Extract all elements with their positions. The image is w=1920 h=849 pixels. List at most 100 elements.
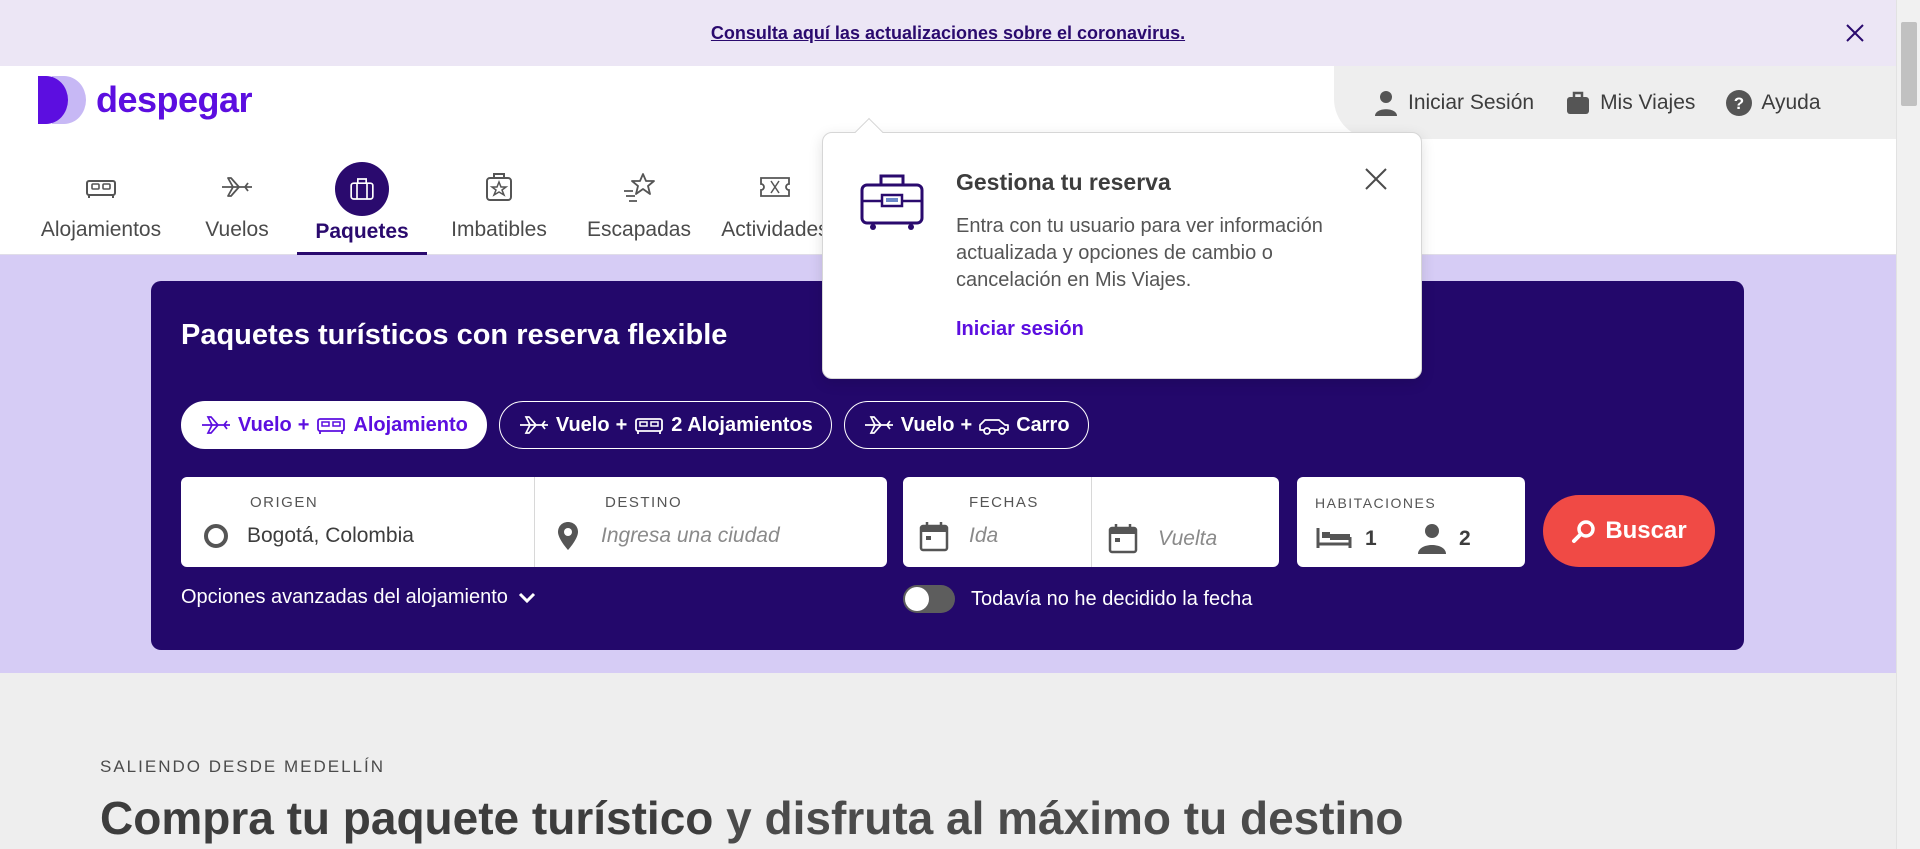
help-label: Ayuda: [1761, 90, 1821, 114]
return-date-field[interactable]: Vuelta: [1091, 477, 1279, 567]
headline-rest: y disfruta al máximo tu destino: [713, 792, 1404, 844]
scrollbar-thumb[interactable]: [1901, 22, 1917, 106]
help-icon: ?: [1726, 89, 1753, 116]
star-badge-icon: [486, 173, 512, 201]
suitcase-icon: [350, 178, 374, 200]
close-banner-icon[interactable]: [1842, 20, 1868, 46]
my-trips-label: Mis Viajes: [1600, 90, 1696, 114]
location-pin-icon: [558, 522, 578, 550]
page-scrollbar[interactable]: [1896, 0, 1920, 849]
option-vuelo-alojamiento[interactable]: Vuelo + Alojamiento: [181, 401, 487, 449]
person-icon: [1418, 524, 1446, 554]
search-button[interactable]: Buscar: [1543, 495, 1715, 567]
popover-login-link[interactable]: Iniciar sesión: [956, 318, 1084, 341]
car-icon: [979, 419, 1010, 435]
svg-text:?: ?: [1734, 94, 1744, 113]
origin-field[interactable]: ORIGEN Bogotá, Colombia: [181, 477, 534, 567]
section-headline: Compra tu paquete turístico y disfruta a…: [100, 791, 1404, 845]
departure-placeholder: Ida: [969, 524, 999, 547]
advanced-options-toggle[interactable]: Opciones avanzadas del alojamiento: [181, 586, 536, 609]
tab-label: Alojamientos: [40, 218, 162, 241]
my-trips-link[interactable]: Mis Viajes: [1564, 89, 1695, 117]
bed-icon: [635, 418, 664, 434]
logo[interactable]: despegar: [38, 76, 253, 124]
people-count: 2: [1459, 527, 1471, 550]
login-link[interactable]: Iniciar Sesión: [1372, 89, 1534, 117]
logo-mark-icon: [38, 76, 86, 124]
ticket-icon: [760, 177, 790, 197]
package-type-options: Vuelo + Alojamiento Vuelo + 2 Alojamient…: [181, 401, 1089, 449]
bed-icon: [1316, 528, 1352, 548]
option-vuelo-carro[interactable]: Vuelo + Carro: [843, 401, 1089, 449]
tab-escapadas[interactable]: Escapadas: [577, 158, 701, 255]
tab-label: Actividades: [721, 218, 829, 241]
popover-title: Gestiona tu reserva: [956, 169, 1171, 195]
help-link[interactable]: ? Ayuda: [1725, 89, 1821, 117]
origin-value: Bogotá, Colombia: [247, 524, 414, 547]
user-icon: [1375, 90, 1397, 116]
rooms-label: HABITACIONES: [1315, 495, 1437, 511]
return-placeholder: Vuelta: [1158, 527, 1218, 550]
rooms-inner: HABITACIONES 1 2: [1297, 477, 1525, 567]
bed-icon: [86, 180, 116, 198]
pill-part: Carro: [1016, 413, 1070, 436]
origin-label: ORIGEN: [250, 494, 319, 511]
pill-part: Vuelo: [238, 413, 292, 436]
option-vuelo-2-alojamientos[interactable]: Vuelo + 2 Alojamientos: [498, 401, 832, 449]
tab-label: Escapadas: [587, 218, 691, 241]
undecided-date-label: Todavía no he decidido la fecha: [971, 587, 1253, 610]
tab-paquetes[interactable]: Paquetes: [297, 158, 427, 255]
undecided-date-switch[interactable]: [903, 585, 955, 613]
destination-placeholder: Ingresa una ciudad: [601, 524, 780, 547]
manage-booking-popover: Gestiona tu reserva Entra con tu usuario…: [822, 117, 1422, 379]
covid-updates-link[interactable]: Consulta aquí las actualizaciones sobre …: [711, 23, 1185, 44]
product-tabs: Alojamientos Vuelos Paquetes Imbatibles: [0, 158, 835, 255]
pill-part: Vuelo: [900, 413, 955, 436]
pill-part: Alojamiento: [353, 413, 468, 436]
rooms-field[interactable]: HABITACIONES 1 2: [1297, 477, 1525, 567]
dates-label: FECHAS: [969, 494, 1039, 511]
popover-body: Entra con tu usuario para ver informació…: [956, 215, 1323, 291]
plane-icon: [222, 177, 252, 197]
suitcase-icon: [1567, 91, 1590, 114]
search-title: Paquetes turísticos con reserva flexible: [181, 319, 728, 351]
tab-alojamientos[interactable]: Alojamientos: [0, 158, 202, 255]
advanced-options-label: Opciones avanzadas del alojamiento: [181, 586, 508, 608]
destination-field[interactable]: DESTINO Ingresa una ciudad: [534, 477, 887, 567]
tab-label: Vuelos: [205, 218, 269, 241]
headline-bold: Compra tu paquete turístico: [100, 792, 714, 844]
undecided-date-option: Todavía no he decidido la fecha: [903, 585, 1252, 613]
search-button-label: Buscar: [1605, 517, 1687, 544]
close-popover-icon[interactable]: [1363, 166, 1389, 192]
tab-vuelos[interactable]: Vuelos: [188, 158, 286, 255]
tab-imbatibles[interactable]: Imbatibles: [439, 158, 559, 255]
calendar-icon: [1108, 524, 1138, 554]
pill-plus: +: [960, 413, 973, 436]
plane-icon: [202, 416, 230, 434]
rooms-count: 1: [1365, 527, 1377, 550]
shooting-star-icon: [624, 173, 655, 202]
section-kicker: SALIENDO DESDE MEDELLÍN: [100, 757, 386, 776]
pill-part: 2 Alojamientos: [671, 413, 813, 436]
suitcase-illustration-icon: [860, 174, 924, 230]
plane-icon: [864, 416, 893, 434]
tab-actividades[interactable]: Actividades: [715, 158, 835, 255]
pill-part: Vuelo: [555, 413, 610, 436]
covid-banner: Consulta aquí las actualizaciones sobre …: [0, 0, 1896, 66]
tab-label: Paquetes: [315, 220, 409, 243]
user-nav: Iniciar Sesión Mis Viajes ? Ayuda: [1334, 66, 1896, 139]
search-icon: [1572, 520, 1596, 543]
plane-icon: [519, 416, 548, 434]
logo-text: despegar: [96, 79, 253, 120]
bed-icon: [317, 418, 346, 434]
origin-circle-icon: [204, 524, 228, 548]
origin-destination-group: ORIGEN Bogotá, Colombia DESTINO Ingresa …: [181, 477, 887, 567]
chevron-down-icon: [518, 592, 535, 603]
login-label: Iniciar Sesión: [1408, 90, 1535, 114]
pill-plus: +: [297, 413, 310, 436]
calendar-icon: [919, 522, 949, 552]
departure-date-field[interactable]: FECHAS Ida: [903, 477, 1091, 567]
destination-label: DESTINO: [605, 494, 683, 511]
tab-label: Imbatibles: [451, 218, 547, 241]
pill-plus: +: [615, 413, 628, 436]
